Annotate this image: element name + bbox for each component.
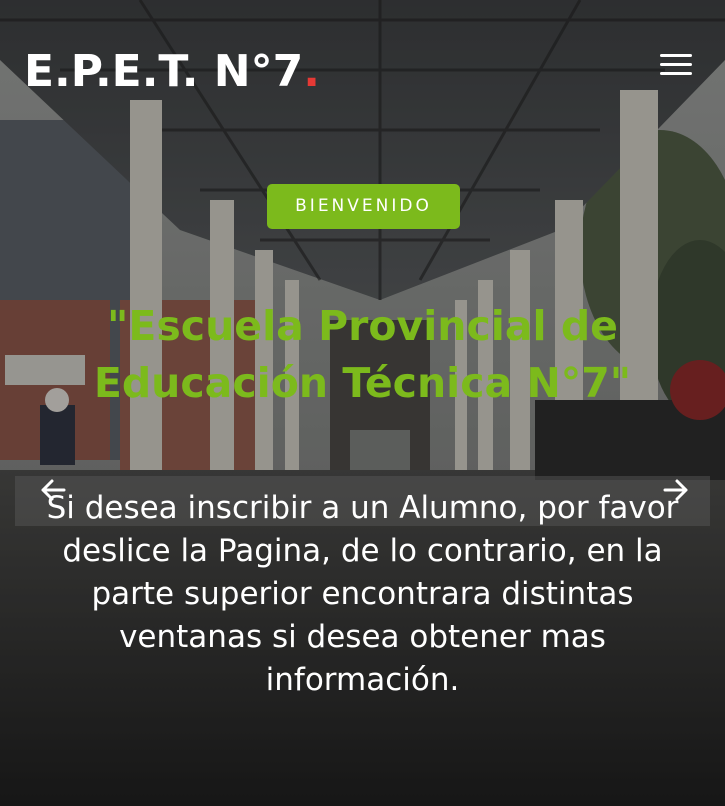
hero-description: Si desea inscribir a un Alumno, por favo… xyxy=(46,490,679,698)
hero-title-line-1: "Escuela Provincial de xyxy=(107,302,618,350)
menu-bar xyxy=(660,72,692,75)
site-logo[interactable]: E.P.E.T. N°7. xyxy=(24,46,320,98)
menu-bar xyxy=(660,54,692,57)
brand-accent-dot: . xyxy=(303,46,320,97)
hero-title-line-2: Educación Técnica N°7" xyxy=(93,359,632,407)
hero-title: "Escuela Provincial de Educación Técnica… xyxy=(40,298,685,412)
brand-name: E.P.E.T. N°7 xyxy=(24,46,304,97)
hero-carousel: E.P.E.T. N°7. BIENVENIDO "Escuela Provin… xyxy=(0,0,725,806)
menu-bar xyxy=(660,63,692,66)
hamburger-menu-icon[interactable] xyxy=(660,54,700,82)
welcome-badge[interactable]: BIENVENIDO xyxy=(267,184,460,229)
